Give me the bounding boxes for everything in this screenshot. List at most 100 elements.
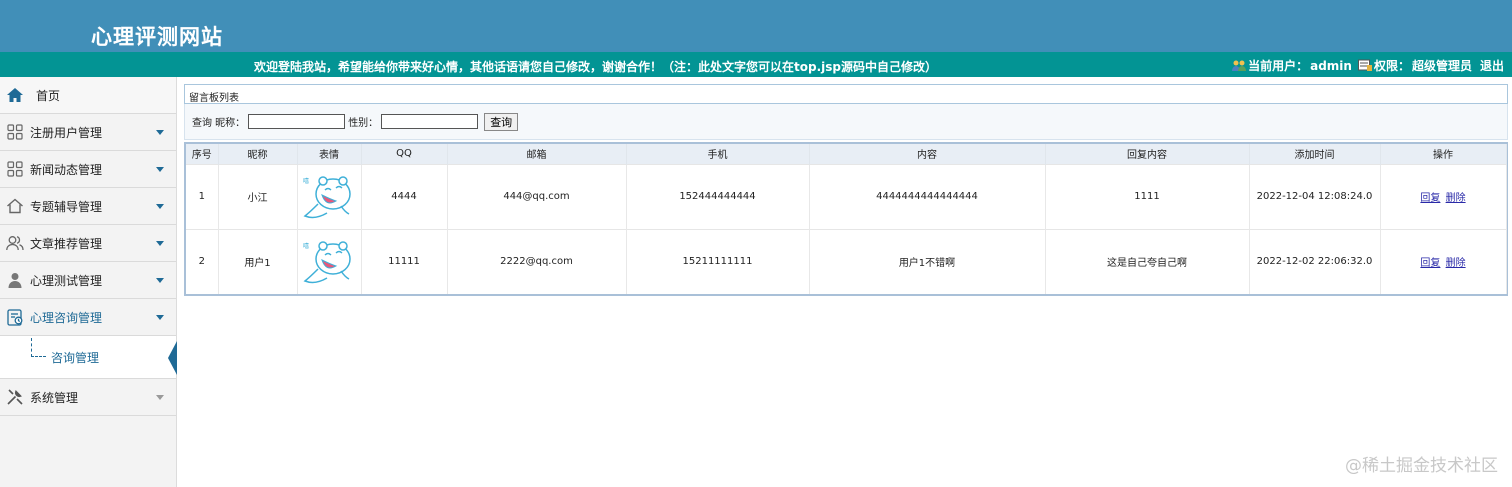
watermark: @稀土掘金技术社区 (1345, 456, 1498, 476)
user-info: 当前用户： admin 权限： 超级管理员 退出 (1232, 57, 1504, 74)
search-gender-label: 性别： (348, 118, 379, 129)
reply-link[interactable]: 回复 (1420, 258, 1440, 269)
column-header: 回复内容 (1045, 144, 1250, 164)
cell-no: 1 (186, 163, 219, 229)
chevron-down-icon (156, 315, 164, 320)
gender-input[interactable] (381, 114, 479, 129)
laughing-face-icon: 嘻 (303, 241, 351, 283)
column-header: QQ (361, 144, 448, 164)
home-outline-icon (6, 197, 24, 215)
search-bar: 查询 昵称： 性别： 查询 (184, 104, 1508, 140)
cell-email: 2222@qq.com (447, 228, 627, 294)
tools-icon (6, 388, 24, 406)
sidebar: 首页 注册用户管理 新闻动态管理 专题辅导管理 文章推荐管理 心理测试管理 心理… (0, 77, 177, 487)
users-icon (6, 234, 24, 252)
delete-link[interactable]: 删除 (1446, 258, 1466, 269)
cell-actions: 回复 删除 (1380, 163, 1507, 229)
chevron-down-icon (156, 278, 164, 283)
tree-line (31, 338, 32, 357)
chevron-down-icon (156, 395, 164, 400)
search-button[interactable]: 查询 (484, 112, 519, 131)
column-header: 表情 (297, 144, 362, 164)
logout-link[interactable]: 退出 (1480, 57, 1504, 74)
cell-phone: 152444444444 (626, 163, 810, 229)
table-row: 2 用户1 嘻 11111 2222@qq.com 15211111111 用户… (186, 228, 1507, 294)
sidebar-item-label: 专题辅导管理 (30, 199, 103, 214)
column-header: 序号 (186, 144, 219, 164)
sidebar-item-label: 注册用户管理 (30, 125, 103, 140)
sidebar-item-articles[interactable]: 文章推荐管理 (0, 225, 176, 262)
current-user-name: admin (1310, 58, 1352, 73)
column-header: 内容 (809, 144, 1046, 164)
person-icon (6, 271, 24, 289)
cell-content: 4444444444444444 (809, 163, 1046, 229)
role-value: 超级管理员 (1411, 59, 1472, 73)
role-label: 权限： (1373, 59, 1410, 73)
top-header: 心理评测网站 (0, 0, 1512, 52)
delete-link[interactable]: 删除 (1446, 193, 1466, 204)
column-header: 手机 (626, 144, 810, 164)
grid-icon (6, 160, 24, 178)
reply-link[interactable]: 回复 (1420, 193, 1440, 204)
cell-nickname: 小江 (218, 163, 298, 229)
chevron-down-icon (156, 241, 164, 246)
consult-icon (6, 308, 24, 326)
welcome-bar: 欢迎登陆我站，希望能给你带来好心情，其他话语请您自己修改，谢谢合作！（注：此处文… (0, 52, 1512, 77)
chevron-down-icon (156, 130, 164, 135)
welcome-text: 欢迎登陆我站，希望能给你带来好心情，其他话语请您自己修改，谢谢合作！（注：此处文… (254, 60, 937, 74)
sidebar-item-news[interactable]: 新闻动态管理 (0, 151, 176, 188)
column-header: 操作 (1380, 144, 1507, 164)
column-header: 邮箱 (447, 144, 627, 164)
cell-emoji: 嘻 (297, 163, 362, 229)
home-icon (6, 86, 24, 104)
chevron-down-icon (156, 204, 164, 209)
cell-phone: 15211111111 (626, 228, 810, 294)
nickname-input[interactable] (248, 114, 346, 129)
search-nickname-label: 查询 昵称： (192, 118, 246, 129)
cell-reply: 1111 (1045, 163, 1250, 229)
svg-text:嘻: 嘻 (303, 242, 309, 250)
sidebar-item-label: 首页 (36, 88, 61, 103)
cell-emoji: 嘻 (297, 228, 362, 294)
tree-line (31, 356, 46, 357)
permission-icon (1357, 59, 1372, 72)
table-row: 1 小江 嘻 4444 444@qq.com 152444444444 4444… (186, 163, 1507, 229)
sidebar-item-label: 新闻动态管理 (30, 162, 103, 177)
current-user-label: 当前用户： (1248, 59, 1309, 73)
sidebar-item-label: 心理咨询管理 (30, 310, 103, 325)
cell-time: 2022-12-02 22:06:32.0 (1249, 228, 1381, 294)
message-table: 序号 昵称 表情 QQ 邮箱 手机 内容 回复内容 添加时间 操作 1 小江 嘻… (184, 142, 1508, 296)
cell-time: 2022-12-04 12:08:24.0 (1249, 163, 1381, 229)
cell-no: 2 (186, 228, 219, 294)
sidebar-item-registered-users[interactable]: 注册用户管理 (0, 114, 176, 151)
sidebar-item-tests[interactable]: 心理测试管理 (0, 262, 176, 299)
cell-email: 444@qq.com (447, 163, 627, 229)
sidebar-item-label: 系统管理 (30, 390, 79, 405)
sidebar-submenu: 咨询管理 (0, 336, 177, 379)
sidebar-item-home[interactable]: 首页 (0, 77, 176, 114)
cell-reply: 这是自己夸自己啊 (1045, 228, 1250, 294)
main-content: 留言板列表 查询 昵称： 性别： 查询 序号 昵称 表情 QQ 邮箱 手机 内容… (184, 84, 1508, 296)
cell-actions: 回复 删除 (1380, 228, 1507, 294)
sidebar-item-topics[interactable]: 专题辅导管理 (0, 188, 176, 225)
panel-title: 留言板列表 (184, 84, 1508, 104)
active-marker-icon (168, 341, 177, 375)
laughing-face-icon: 嘻 (303, 175, 351, 218)
chevron-down-icon (156, 167, 164, 172)
site-title: 心理评测网站 (91, 24, 223, 49)
sidebar-subitem-consult-manage[interactable]: 咨询管理 (51, 349, 99, 366)
users-icon (1232, 59, 1247, 72)
sidebar-item-label: 心理测试管理 (30, 273, 103, 288)
column-header: 昵称 (218, 144, 298, 164)
sidebar-item-consult[interactable]: 心理咨询管理 (0, 299, 176, 336)
sidebar-item-label: 文章推荐管理 (30, 236, 103, 251)
cell-qq: 4444 (361, 163, 448, 229)
cell-content: 用户1不错啊 (809, 228, 1046, 294)
table-header: 序号 昵称 表情 QQ 邮箱 手机 内容 回复内容 添加时间 操作 (186, 144, 1507, 164)
svg-text:嘻: 嘻 (303, 177, 309, 185)
grid-icon (6, 123, 24, 141)
cell-qq: 11111 (361, 228, 448, 294)
column-header: 添加时间 (1249, 144, 1381, 164)
sidebar-item-system[interactable]: 系统管理 (0, 379, 176, 416)
cell-nickname: 用户1 (218, 228, 298, 294)
